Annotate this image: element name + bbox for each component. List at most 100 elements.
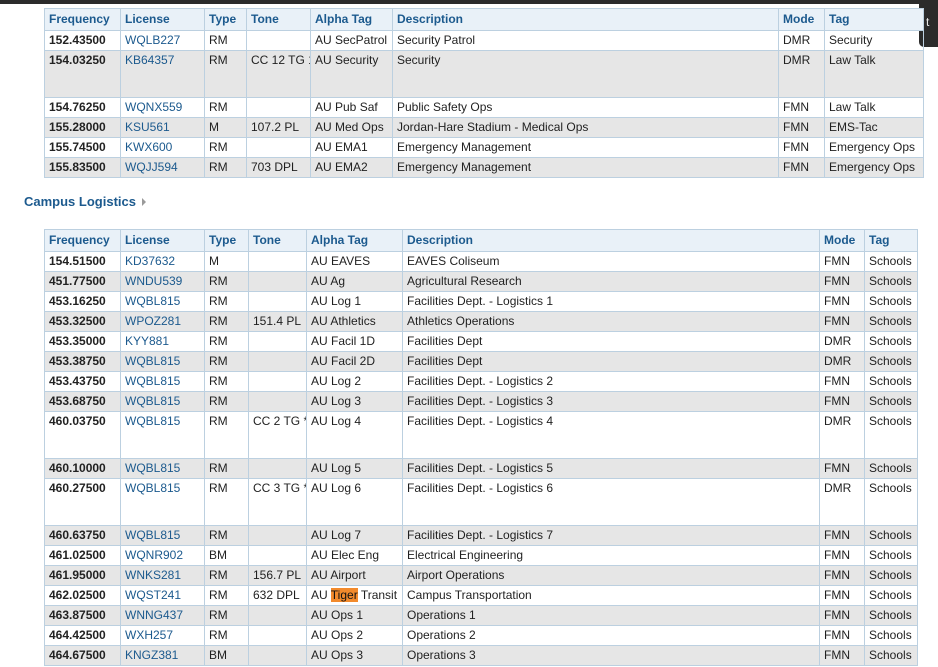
tag-cell: Schools bbox=[864, 585, 918, 606]
frequency-cell: 453.35000 bbox=[44, 331, 121, 352]
section-title-text[interactable]: Campus Logistics bbox=[24, 194, 136, 209]
license-link[interactable]: WNDU539 bbox=[120, 271, 205, 292]
frequency-cell: 460.10000 bbox=[44, 458, 121, 479]
type-cell: RM bbox=[204, 585, 249, 606]
license-link[interactable]: WQNX559 bbox=[120, 97, 205, 118]
col-header-license[interactable]: License bbox=[120, 229, 205, 252]
col-header-frequency[interactable]: Frequency bbox=[44, 8, 121, 31]
tone-cell bbox=[248, 251, 307, 272]
license-link[interactable]: WQBL815 bbox=[120, 291, 205, 312]
table-row: 154.51500 KD37632 M AU EAVES EAVES Coliseum F… bbox=[44, 251, 918, 272]
license-link[interactable]: WXH257 bbox=[120, 625, 205, 646]
frequency-cell: 453.68750 bbox=[44, 391, 121, 412]
license-link[interactable]: KD37632 bbox=[120, 251, 205, 272]
col-header-alpha-tag[interactable]: Alpha Tag bbox=[310, 8, 393, 31]
tag-cell: Schools bbox=[864, 391, 918, 412]
description-cell: Electrical Engineering bbox=[402, 545, 820, 566]
description-cell: Jordan-Hare Stadium - Medical Ops bbox=[392, 117, 779, 138]
alpha-tag-cell: AU EMA1 bbox=[310, 137, 393, 158]
table-row: 463.87500 WNNG437 RM AU Ops 1 Operations 1 FM… bbox=[44, 605, 918, 626]
table-row: 464.67500 KNGZ381 BM AU Ops 3 Operations 3 FM… bbox=[44, 645, 918, 666]
col-header-frequency[interactable]: Frequency bbox=[44, 229, 121, 252]
tone-cell bbox=[246, 137, 311, 158]
type-cell: RM bbox=[204, 311, 249, 332]
alpha-tag-cell: AU EMA2 bbox=[310, 157, 393, 178]
license-link[interactable]: WQBL815 bbox=[120, 391, 205, 412]
col-header-description[interactable]: Description bbox=[402, 229, 820, 252]
type-cell: BM bbox=[204, 645, 249, 666]
tag-cell: Law Talk bbox=[824, 97, 924, 118]
tone-cell bbox=[248, 645, 307, 666]
table-row: 155.74500 KWX600 RM AU EMA1 Emergency Manage… bbox=[44, 137, 924, 158]
license-link[interactable]: WQST241 bbox=[120, 585, 205, 606]
tone-cell bbox=[248, 605, 307, 626]
tone-cell bbox=[248, 625, 307, 646]
alpha-tag-cell: AU Tiger Transit bbox=[306, 585, 403, 606]
alpha-tag-cell: AU SecPatrol bbox=[310, 30, 393, 51]
alpha-tag-cell: AU Facil 2D bbox=[306, 351, 403, 372]
type-cell: RM bbox=[204, 271, 249, 292]
section-title-campus-logistics[interactable]: Campus Logistics bbox=[24, 194, 146, 209]
description-cell: Facilities Dept. - Logistics 2 bbox=[402, 371, 820, 392]
col-header-mode[interactable]: Mode bbox=[819, 229, 865, 252]
license-link[interactable]: WQLB227 bbox=[120, 30, 205, 51]
description-cell: Facilities Dept. - Logistics 4 bbox=[402, 411, 820, 459]
description-cell: Facilities Dept bbox=[402, 351, 820, 372]
col-header-description[interactable]: Description bbox=[392, 8, 779, 31]
col-header-tag[interactable]: Tag bbox=[824, 8, 924, 31]
type-cell: RM bbox=[204, 157, 247, 178]
mode-cell: FMN bbox=[819, 605, 865, 626]
license-link[interactable]: WPOZ281 bbox=[120, 311, 205, 332]
license-link[interactable]: WQBL815 bbox=[120, 351, 205, 372]
tone-cell bbox=[248, 291, 307, 312]
license-link[interactable]: WQJJ594 bbox=[120, 157, 205, 178]
license-link[interactable]: KWX600 bbox=[120, 137, 205, 158]
license-link[interactable]: KSU561 bbox=[120, 117, 205, 138]
type-cell: M bbox=[204, 117, 247, 138]
expand-arrow-icon[interactable] bbox=[141, 197, 146, 206]
table-row: 453.16250 WQBL815 RM AU Log 1 Facilities Dep… bbox=[44, 291, 918, 312]
license-link[interactable]: KNGZ381 bbox=[120, 645, 205, 666]
license-link[interactable]: WQNR902 bbox=[120, 545, 205, 566]
col-header-tag[interactable]: Tag bbox=[864, 229, 918, 252]
mode-cell: DMR bbox=[819, 478, 865, 526]
tag-cell: Security bbox=[824, 30, 924, 51]
table-row: 155.28000 KSU561 M 107.2 PL AU Med Ops Jordan… bbox=[44, 117, 924, 138]
frequency-cell: 461.02500 bbox=[44, 545, 121, 566]
license-link[interactable]: WQBL815 bbox=[120, 478, 205, 526]
license-link[interactable]: WQBL815 bbox=[120, 525, 205, 546]
license-link[interactable]: WQBL815 bbox=[120, 371, 205, 392]
license-link[interactable]: KB64357 bbox=[120, 50, 205, 98]
license-link[interactable]: WQBL815 bbox=[120, 411, 205, 459]
description-cell: Campus Transportation bbox=[402, 585, 820, 606]
table-row: 453.35000 KYY881 RM AU Facil 1D Facilities D… bbox=[44, 331, 918, 352]
type-cell: RM bbox=[204, 478, 249, 526]
frequency-cell: 451.77500 bbox=[44, 271, 121, 292]
col-header-type[interactable]: Type bbox=[204, 8, 247, 31]
table-row: 461.02500 WQNR902 BM AU Elec Eng Electrical … bbox=[44, 545, 918, 566]
tone-cell: 632 DPL bbox=[248, 585, 307, 606]
col-header-alpha-tag[interactable]: Alpha Tag bbox=[306, 229, 403, 252]
license-link[interactable]: WQBL815 bbox=[120, 458, 205, 479]
col-header-license[interactable]: License bbox=[120, 8, 205, 31]
frequency-cell: 460.27500 bbox=[44, 478, 121, 526]
col-header-tone[interactable]: Tone bbox=[248, 229, 307, 252]
alpha-tag-text: AU bbox=[311, 588, 331, 602]
col-header-mode[interactable]: Mode bbox=[778, 8, 825, 31]
license-link[interactable]: WNNG437 bbox=[120, 605, 205, 626]
frequency-cell: 453.38750 bbox=[44, 351, 121, 372]
table-row: 155.83500 WQJJ594 RM 703 DPL AU EMA2 Emergenc… bbox=[44, 157, 924, 178]
type-cell: BM bbox=[204, 545, 249, 566]
col-header-type[interactable]: Type bbox=[204, 229, 249, 252]
mode-cell: FMN bbox=[819, 391, 865, 412]
col-header-tone[interactable]: Tone bbox=[246, 8, 311, 31]
license-link[interactable]: WNKS281 bbox=[120, 565, 205, 586]
tag-cell: Schools bbox=[864, 311, 918, 332]
tone-cell bbox=[246, 97, 311, 118]
tag-cell: Schools bbox=[864, 351, 918, 372]
alpha-tag-cell: AU Ag bbox=[306, 271, 403, 292]
mode-cell: FMN bbox=[778, 97, 825, 118]
description-cell: Facilities Dept. - Logistics 5 bbox=[402, 458, 820, 479]
license-link[interactable]: KYY881 bbox=[120, 331, 205, 352]
alpha-tag-cell: AU Security bbox=[310, 50, 393, 98]
